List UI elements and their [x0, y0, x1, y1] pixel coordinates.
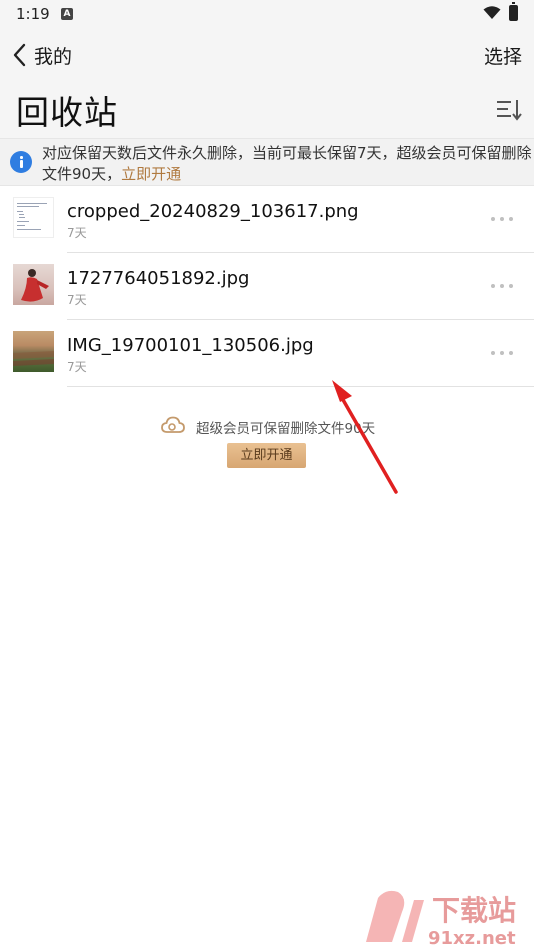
- row-divider: [67, 386, 534, 387]
- more-options-icon[interactable]: [491, 350, 513, 356]
- file-name: IMG_19700101_130506.jpg: [67, 335, 314, 356]
- more-options-icon[interactable]: [491, 216, 513, 222]
- more-options-icon[interactable]: [491, 283, 513, 289]
- upgrade-button[interactable]: 立即开通: [227, 443, 306, 468]
- landscape-thumbnail: [13, 331, 54, 372]
- info-icon: [10, 151, 32, 173]
- vip-promo: 超级会员可保留删除文件90天 立即开通: [0, 412, 534, 472]
- file-retention-days: 7天: [67, 293, 87, 307]
- document-thumbnail: [13, 197, 54, 238]
- file-row[interactable]: IMG_19700101_130506.jpg 7天: [0, 320, 534, 387]
- chevron-left-icon: [13, 43, 26, 67]
- wifi-icon: [483, 6, 501, 19]
- site-watermark: 下载站 91xz.net: [362, 884, 532, 950]
- file-row[interactable]: cropped_20240829_103617.png 7天: [0, 186, 534, 253]
- watermark-logo-icon: 下载站 91xz.net: [366, 890, 516, 949]
- app-header: 我的 选择 回收站: [0, 28, 534, 138]
- annotation-arrow-icon: [332, 380, 398, 494]
- file-retention-days: 7天: [67, 226, 87, 240]
- retention-info-banner: 对应保留天数后文件永久删除，当前可最长保留7天，超级会员可保留删除文件90天，立…: [0, 138, 534, 186]
- back-button[interactable]: 我的: [10, 40, 72, 70]
- file-name: cropped_20240829_103617.png: [67, 201, 359, 222]
- select-button[interactable]: 选择: [484, 42, 522, 69]
- notification-icon: A: [61, 8, 73, 20]
- status-bar: 1:19 A: [0, 0, 534, 28]
- file-row[interactable]: 1727764051892.jpg 7天: [0, 253, 534, 320]
- banner-text: 对应保留天数后文件永久删除，当前可最长保留7天，超级会员可保留删除文件90天，立…: [42, 143, 534, 185]
- sort-list-icon[interactable]: [496, 98, 522, 122]
- back-label: 我的: [34, 45, 73, 68]
- watermark-title: 下载站: [432, 894, 516, 927]
- page-title: 回收站: [16, 93, 118, 132]
- file-retention-days: 7天: [67, 360, 87, 374]
- banner-upgrade-link[interactable]: 立即开通: [121, 165, 181, 183]
- person-thumbnail: [13, 264, 54, 305]
- watermark-site: 91xz.net: [428, 928, 516, 949]
- battery-icon: [509, 2, 518, 21]
- cloud-icon: [161, 416, 185, 433]
- status-time: 1:19: [16, 5, 50, 23]
- file-name: 1727764051892.jpg: [67, 268, 250, 289]
- banner-message: 对应保留天数后文件永久删除，当前可最长保留7天，超级会员可保留删除文件90天，: [42, 144, 532, 183]
- recycle-bin-screen: 1:19 A 我的 选择 回收站 对应保留天数后文件永久删除，当前可最长保留7天…: [0, 0, 534, 950]
